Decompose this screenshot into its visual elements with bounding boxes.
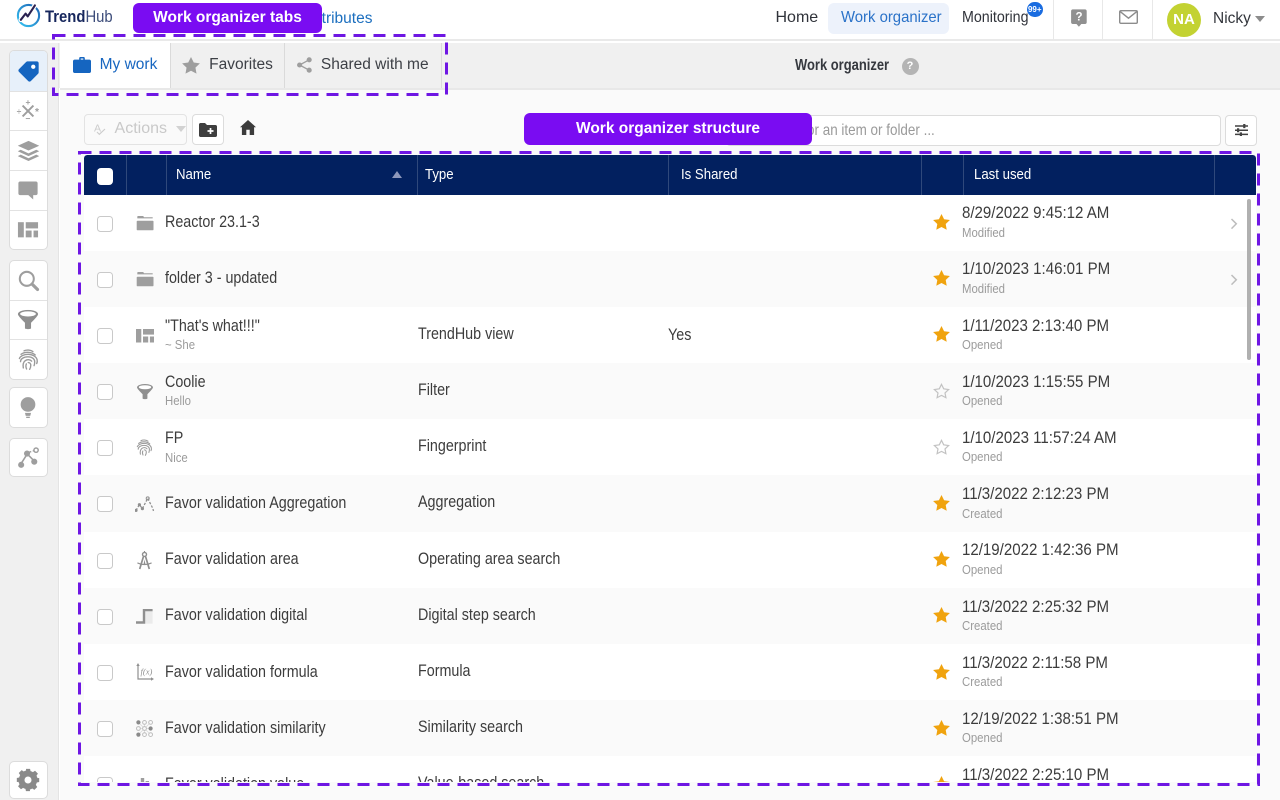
- svg-text:÷: ÷: [17, 106, 22, 116]
- svg-text:+: +: [26, 100, 31, 107]
- svg-text:*: *: [36, 107, 40, 118]
- svg-text:?: ?: [1075, 12, 1082, 24]
- svg-text:−: −: [26, 114, 31, 123]
